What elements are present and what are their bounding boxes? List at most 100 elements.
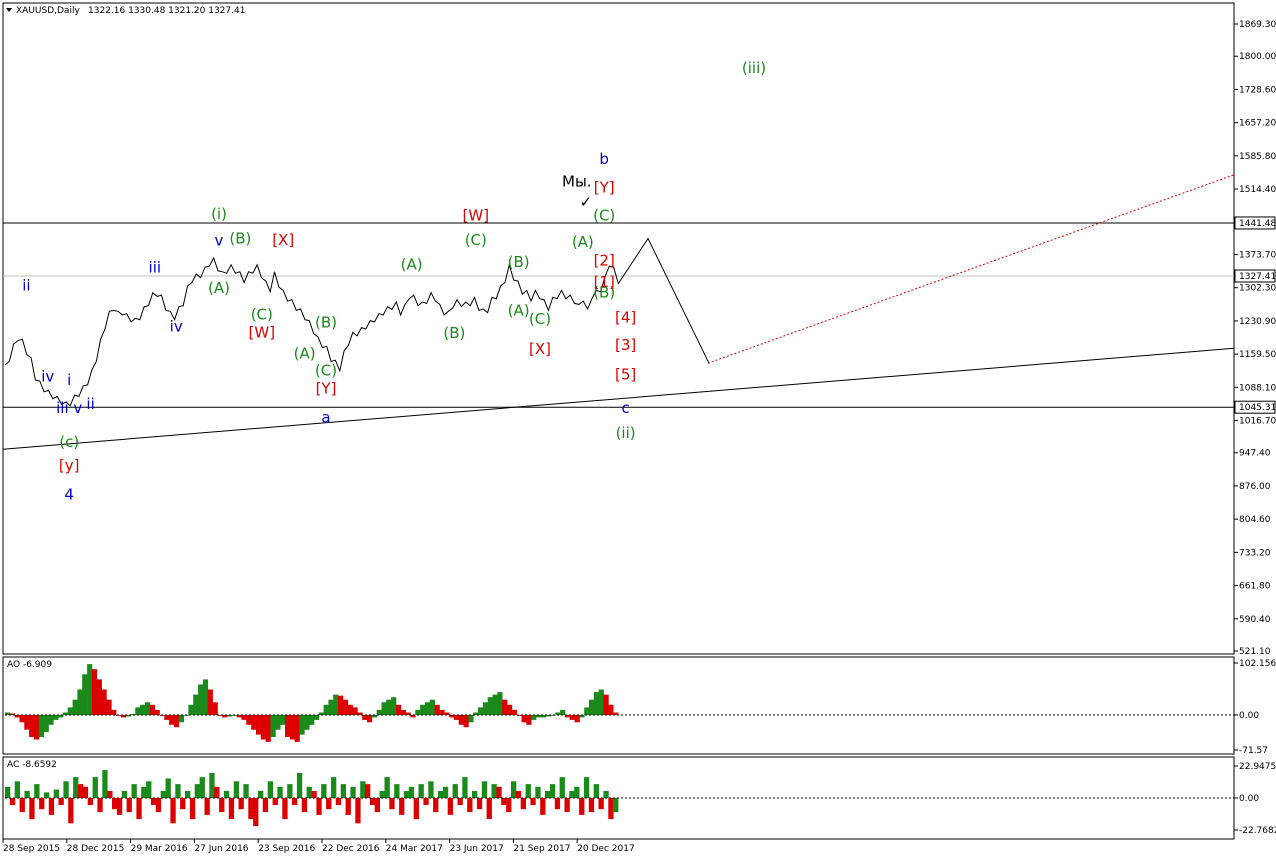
- ac-bar: [165, 778, 171, 798]
- ac-bar: [258, 791, 264, 798]
- ac-bar: [476, 798, 483, 810]
- ac-bar: [92, 777, 98, 798]
- wave-label: (C): [251, 305, 273, 323]
- ac-bar: [170, 798, 176, 824]
- ac-bar: [472, 791, 478, 798]
- annotation-text: ✓: [580, 193, 593, 211]
- ao-bar: [280, 715, 286, 725]
- ac-bar: [574, 786, 580, 798]
- ao-bar: [169, 715, 175, 725]
- ao-bar: [173, 715, 180, 728]
- price-tick-label: 1441.48: [1239, 219, 1276, 229]
- wave-label: c: [621, 399, 629, 417]
- ac-bar: [559, 777, 565, 798]
- ac-bar: [24, 791, 30, 798]
- time-tick-label: 23 Jun 2017: [450, 844, 504, 854]
- wave-label: [3]: [615, 336, 636, 354]
- wave-label: (A): [294, 344, 316, 362]
- ao-bar: [333, 694, 339, 715]
- ao-bar: [574, 715, 580, 723]
- wave-label: (A): [401, 256, 423, 274]
- price-tick-label: 733.20: [1239, 548, 1271, 558]
- ac-bar: [146, 781, 152, 798]
- ao-bar: [323, 704, 329, 715]
- ac-bar: [608, 798, 614, 820]
- ao-bar: [91, 669, 98, 715]
- price-tick-label: 1514.40: [1239, 185, 1276, 195]
- ao-bar: [598, 689, 604, 715]
- ao-bar: [260, 715, 266, 740]
- time-tick-label: 28 Sep 2015: [3, 844, 60, 854]
- price-tick-label: 1159.50: [1239, 350, 1276, 360]
- price-tick-label: 947.40: [1239, 449, 1271, 459]
- ac-bar: [598, 798, 604, 810]
- price-tick-label: 521.10: [1239, 647, 1271, 657]
- wave-label: iii v: [56, 399, 82, 417]
- wave-label: a: [321, 409, 330, 427]
- ac-bar: [316, 798, 322, 815]
- price-tick-label: 1088.10: [1239, 383, 1276, 393]
- wave-label: (C): [529, 310, 551, 328]
- ac-bar: [374, 798, 380, 813]
- price-tick-label: 1585.80: [1239, 152, 1276, 162]
- ac-bar: [151, 798, 157, 805]
- ao-bar: [82, 674, 88, 715]
- wave-label: [2]: [594, 251, 615, 269]
- ao-bar: [463, 715, 469, 728]
- price-tick-label: 661.80: [1239, 582, 1271, 592]
- ao-bar: [507, 704, 513, 715]
- ao-bar: [603, 694, 609, 715]
- ac-bar: [116, 798, 123, 815]
- ao-bar: [487, 697, 493, 715]
- ac-bar: [155, 798, 162, 813]
- ao-bar: [420, 704, 426, 715]
- ac-bar: [588, 798, 595, 813]
- ac-bar: [248, 798, 254, 820]
- ac-bar: [321, 784, 327, 798]
- ac-bar: [58, 798, 64, 805]
- ac-bar: [549, 784, 556, 798]
- ac-bar: [262, 798, 269, 813]
- ac-bar: [5, 786, 11, 798]
- ac-bar: [428, 781, 434, 798]
- ao-bar: [178, 715, 184, 723]
- ac-bar: [121, 791, 128, 798]
- ao-bar: [53, 715, 59, 720]
- ao-bar: [347, 704, 353, 715]
- ac-bar: [399, 798, 405, 815]
- ao-bar: [285, 715, 291, 737]
- ao-bar: [19, 715, 25, 723]
- ao-bar: [415, 709, 421, 715]
- ao-bar: [87, 664, 93, 715]
- ac-bar: [39, 798, 45, 810]
- ac-bar: [126, 798, 132, 813]
- ac-bar: [433, 798, 439, 813]
- ac-bar: [515, 791, 522, 798]
- ac-bar: [403, 791, 410, 798]
- ao-bar: [38, 715, 44, 737]
- ao-bar: [111, 709, 117, 715]
- ac-bar: [540, 798, 546, 815]
- time-tick-label: 28 Dec 2015: [67, 844, 125, 854]
- ac-bar: [379, 791, 385, 798]
- ac-bar: [335, 798, 342, 805]
- ao-bar: [391, 697, 397, 715]
- ac-bar: [223, 791, 230, 798]
- ac-bar: [136, 798, 142, 820]
- ac-bar: [564, 798, 570, 813]
- ac-bar: [326, 798, 332, 810]
- price-tick-label: 1302.30: [1239, 284, 1276, 294]
- ac-bar: [452, 784, 458, 798]
- ac-bar: [282, 798, 288, 820]
- ao-bar: [270, 715, 276, 737]
- ac-bar: [82, 786, 89, 798]
- ac-bar: [369, 798, 376, 805]
- ao-bar: [24, 715, 30, 730]
- ac-bar: [554, 798, 561, 810]
- ao-bar: [72, 699, 78, 715]
- ac-bar: [180, 798, 186, 810]
- wave-label: 4: [64, 486, 74, 504]
- ao-bar: [67, 707, 73, 715]
- ac-bar: [209, 772, 215, 798]
- price-tick-label: 590.40: [1239, 615, 1271, 625]
